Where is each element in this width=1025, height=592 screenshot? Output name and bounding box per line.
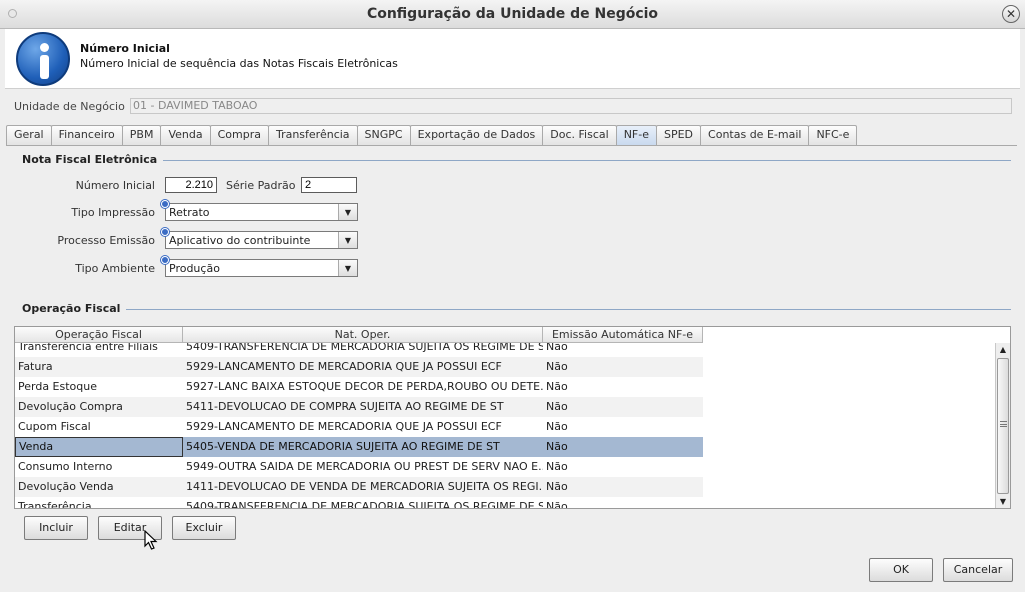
tab-compra[interactable]: Compra: [209, 125, 269, 145]
section-title-operacao: Operação Fiscal: [22, 302, 127, 315]
required-icon: [161, 200, 169, 208]
table-row[interactable]: Consumo Interno 5949-OUTRA SAIDA DE MERC…: [15, 457, 703, 477]
tipo-ambiente-value: Produção: [169, 262, 220, 275]
serie-padrao-input[interactable]: [301, 177, 357, 193]
column-header-emissao[interactable]: Emissão Automática NF-e: [543, 327, 703, 343]
required-icon: [161, 228, 169, 236]
cell-nat-oper: 1411-DEVOLUCAO DE VENDA DE MERCADORIA SU…: [186, 480, 543, 493]
tipo-impressao-label: Tipo Impressão: [71, 206, 155, 219]
ok-button[interactable]: OK: [869, 558, 933, 582]
cancelar-button[interactable]: Cancelar: [943, 558, 1013, 582]
table-header: Operação Fiscal Nat. Oper. Emissão Autom…: [15, 327, 703, 343]
tab-geral[interactable]: Geral: [6, 125, 52, 145]
numero-inicial-input[interactable]: [165, 177, 217, 193]
table-row[interactable]: Transferência 5409-TRANSFERENCIA DE MERC…: [15, 497, 703, 509]
cell-emissao: Não: [546, 460, 568, 473]
tab-exportacao[interactable]: Exportação de Dados: [409, 125, 544, 145]
cell-nat-oper: 5929-LANCAMENTO DE MERCADORIA QUE JA POS…: [186, 420, 502, 433]
cell-nat-oper: 5949-OUTRA SAIDA DE MERCADORIA OU PREST …: [186, 460, 543, 473]
cell-nat-oper: 5405-VENDA DE MERCADORIA SUJEITA AO REGI…: [186, 440, 500, 453]
incluir-button[interactable]: Incluir: [24, 516, 88, 540]
tab-transferencia[interactable]: Transferência: [267, 125, 358, 145]
cell-operacao: Fatura: [18, 360, 53, 373]
cell-emissao: Não: [546, 440, 568, 453]
operacao-fiscal-table: Transferência entre Filiais 5409-TRANSFE…: [14, 326, 1011, 509]
tab-sngpc[interactable]: SNGPC: [356, 125, 411, 145]
tab-doc-fiscal[interactable]: Doc. Fiscal: [542, 125, 617, 145]
section-divider: [116, 309, 1011, 310]
cell-operacao: Devolução Compra: [18, 400, 123, 413]
column-header-nat-oper[interactable]: Nat. Oper.: [183, 327, 543, 343]
close-button[interactable]: ✕: [1002, 5, 1020, 23]
tab-divider: [6, 145, 1017, 146]
cell-nat-oper: 5411-DEVOLUCAO DE COMPRA SUJEITA AO REGI…: [186, 400, 504, 413]
column-header-operacao[interactable]: Operação Fiscal: [15, 327, 183, 343]
tab-nfce[interactable]: NFC-e: [808, 125, 858, 145]
numero-inicial-label: Número Inicial: [75, 179, 155, 192]
cell-operacao: Venda: [15, 437, 183, 457]
scroll-thumb[interactable]: [997, 358, 1009, 494]
info-description: Número Inicial de sequência das Notas Fi…: [80, 57, 398, 70]
tipo-ambiente-select[interactable]: Produção ▼: [165, 259, 358, 277]
table-row[interactable]: Perda Estoque 5927-LANC BAIXA ESTOQUE DE…: [15, 377, 703, 397]
serie-padrao-label: Série Padrão: [226, 179, 296, 192]
scroll-down-icon[interactable]: ▼: [996, 495, 1010, 508]
tab-nfe[interactable]: NF-e: [615, 125, 657, 145]
cell-emissao: Não: [546, 400, 568, 413]
info-title: Número Inicial: [80, 42, 170, 55]
table-body: Transferência entre Filiais 5409-TRANSFE…: [15, 337, 703, 509]
tab-pbm[interactable]: PBM: [121, 125, 162, 145]
cell-operacao: Transferência: [18, 500, 92, 509]
tab-financeiro[interactable]: Financeiro: [50, 125, 123, 145]
cell-emissao: Não: [546, 480, 568, 493]
cell-emissao: Não: [546, 360, 568, 373]
table-row[interactable]: Fatura 5929-LANCAMENTO DE MERCADORIA QUE…: [15, 357, 703, 377]
tipo-impressao-select[interactable]: Retrato ▼: [165, 203, 358, 221]
window-titlebar: Configuração da Unidade de Negócio ✕: [0, 0, 1025, 29]
tab-venda[interactable]: Venda: [160, 125, 211, 145]
table-row[interactable]: Cupom Fiscal 5929-LANCAMENTO DE MERCADOR…: [15, 417, 703, 437]
excluir-button[interactable]: Excluir: [172, 516, 236, 540]
cell-operacao: Devolução Venda: [18, 480, 114, 493]
chevron-down-icon[interactable]: ▼: [338, 260, 357, 276]
unidade-label: Unidade de Negócio: [14, 100, 125, 113]
required-icon: [161, 256, 169, 264]
close-icon: ✕: [1005, 7, 1017, 21]
tipo-ambiente-label: Tipo Ambiente: [75, 262, 155, 275]
processo-emissao-select[interactable]: Aplicativo do contribuinte ▼: [165, 231, 358, 249]
scroll-up-icon[interactable]: ▲: [996, 343, 1010, 357]
cell-nat-oper: 5409-TRANSFERENCIA DE MERCADORIA SUJEITA…: [186, 500, 543, 509]
mouse-cursor-icon: [144, 530, 158, 550]
info-header: Número Inicial Número Inicial de sequênc…: [5, 29, 1020, 89]
tipo-impressao-value: Retrato: [169, 206, 210, 219]
section-title-nfe: Nota Fiscal Eletrônica: [22, 153, 164, 166]
processo-emissao-value: Aplicativo do contribuinte: [169, 234, 311, 247]
table-row[interactable]: Devolução Compra 5411-DEVOLUCAO DE COMPR…: [15, 397, 703, 417]
table-scrollbar[interactable]: ▲ ▼: [995, 343, 1010, 508]
cell-operacao: Cupom Fiscal: [18, 420, 91, 433]
tab-sped[interactable]: SPED: [655, 125, 702, 145]
section-divider: [140, 160, 1011, 161]
tab-contas-email[interactable]: Contas de E-mail: [700, 125, 810, 145]
tab-bar: Geral Financeiro PBM Venda Compra Transf…: [6, 125, 858, 145]
cell-operacao: Consumo Interno: [18, 460, 113, 473]
table-row-selected[interactable]: Venda 5405-VENDA DE MERCADORIA SUJEITA A…: [15, 437, 703, 457]
cell-emissao: Não: [546, 380, 568, 393]
chevron-down-icon[interactable]: ▼: [338, 232, 357, 248]
unidade-field: 01 - DAVIMED TABOAO: [130, 98, 1012, 114]
processo-emissao-label: Processo Emissão: [57, 234, 155, 247]
cell-emissao: Não: [546, 420, 568, 433]
cell-nat-oper: 5927-LANC BAIXA ESTOQUE DECOR DE PERDA,R…: [186, 380, 543, 393]
cell-nat-oper: 5929-LANCAMENTO DE MERCADORIA QUE JA POS…: [186, 360, 502, 373]
info-icon: [16, 32, 70, 86]
window-title: Configuração da Unidade de Negócio: [366, 6, 659, 22]
table-row[interactable]: Devolução Venda 1411-DEVOLUCAO DE VENDA …: [15, 477, 703, 497]
cell-emissao: Não: [546, 500, 568, 509]
chevron-down-icon[interactable]: ▼: [338, 204, 357, 220]
window-menu-icon[interactable]: [8, 9, 17, 18]
cell-operacao: Perda Estoque: [18, 380, 98, 393]
